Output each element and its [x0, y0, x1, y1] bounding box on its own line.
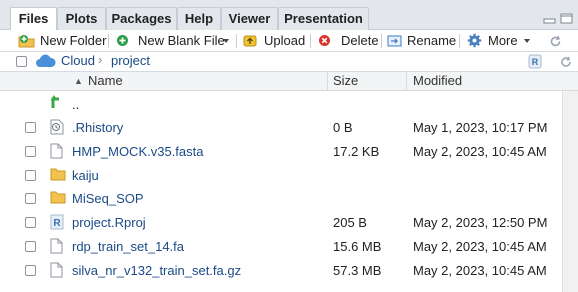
file-name-link[interactable]: project.Rproj	[72, 215, 146, 230]
file-modified: May 1, 2023, 10:17 PM	[413, 120, 548, 135]
file-modified: May 2, 2023, 10:45 AM	[413, 143, 547, 159]
new-blank-file-label: New Blank File	[138, 33, 225, 48]
tab-viewer[interactable]: Viewer	[221, 7, 278, 30]
column-header-modified[interactable]: Modified	[413, 72, 462, 90]
rename-label: Rename	[407, 33, 457, 48]
file-modified: May 2, 2023, 10:45 AM	[413, 262, 547, 278]
new-folder-icon	[18, 35, 35, 48]
file-checkbox[interactable]	[25, 241, 36, 252]
file-name-link[interactable]: kaiju	[72, 168, 99, 183]
column-divider[interactable]	[327, 72, 328, 90]
upload-label: Upload	[264, 33, 306, 48]
file-checkbox[interactable]	[25, 264, 36, 276]
breadcrumb-project[interactable]: project	[111, 53, 150, 68]
refresh-files-icon[interactable]	[560, 56, 572, 68]
rename-button[interactable]: Rename	[387, 30, 457, 52]
file-icon	[50, 262, 63, 281]
toolbar-separator	[459, 34, 460, 48]
vertical-scrollbar[interactable]	[562, 91, 578, 292]
file-row[interactable]: Rproject.Rproj 205 B May 2, 2023, 12:50 PM	[0, 211, 562, 234]
chevron-down-icon	[223, 39, 229, 43]
delete-label: Delete	[341, 33, 379, 48]
toolbar-separator	[310, 34, 311, 48]
file-name-link[interactable]: HMP_MOCK.v35.fasta	[72, 144, 204, 159]
sort-ascending-icon: ▲	[74, 76, 83, 86]
tab-help[interactable]: Help	[177, 7, 221, 30]
file-size: 57.3 MB	[333, 262, 382, 278]
select-all-checkbox[interactable]	[16, 56, 27, 67]
file-name-link[interactable]: .Rhistory	[72, 120, 123, 135]
file-checkbox[interactable]	[25, 169, 36, 181]
minimize-pane-icon[interactable]	[543, 13, 556, 24]
toolbar-separator	[108, 34, 109, 48]
file-list-header: ▲ Name Size Modified	[0, 72, 578, 91]
column-divider[interactable]	[406, 72, 407, 90]
maximize-pane-icon[interactable]	[560, 13, 573, 24]
file-checkbox[interactable]	[25, 122, 36, 133]
more-button[interactable]: More	[467, 30, 530, 52]
rproj-icon: R	[50, 214, 64, 233]
parent-directory-arrow-icon	[50, 95, 59, 108]
file-modified: May 2, 2023, 12:50 PM	[413, 215, 548, 231]
toolbar-separator	[236, 34, 237, 48]
more-label: More	[488, 33, 518, 48]
tab-packages[interactable]: Packages	[106, 7, 177, 30]
rename-icon	[387, 35, 402, 47]
new-folder-label: New Folder	[40, 33, 107, 48]
tab-files[interactable]: Files	[10, 7, 57, 31]
svg-text:R: R	[532, 57, 539, 67]
file-row[interactable]: kaiju	[0, 164, 562, 187]
parent-directory-row[interactable]: ..	[0, 93, 562, 116]
delete-button[interactable]: Delete	[318, 30, 379, 52]
svg-text:R: R	[53, 218, 61, 229]
gear-icon	[467, 33, 482, 48]
file-modified: May 2, 2023, 10:45 AM	[413, 239, 547, 254]
file-row[interactable]: silva_nr_v132_train_set.fa.gz 57.3 MB May …	[0, 259, 562, 282]
go-to-project-icon[interactable]: R	[528, 54, 542, 69]
file-row[interactable]: MiSeq_SOP	[0, 187, 562, 210]
file-size: 0 B	[333, 120, 353, 135]
file-row[interactable]: rdp_train_set_14.fa 15.6 MB May 2, 2023, 1…	[0, 235, 562, 258]
file-checkbox[interactable]	[25, 217, 36, 229]
breadcrumb-cloud[interactable]: Cloud	[61, 53, 95, 68]
file-checkbox[interactable]	[25, 145, 36, 157]
history-file-icon	[50, 119, 64, 138]
file-name-link[interactable]: MiSeq_SOP	[72, 191, 144, 206]
file-size: 17.2 KB	[333, 143, 380, 159]
upload-icon	[243, 35, 257, 47]
pane-tab-bar: Files Plots Packages Help Viewer Present…	[0, 0, 578, 31]
breadcrumb-separator: ›	[98, 52, 103, 67]
upload-button[interactable]: Upload	[243, 30, 305, 52]
file-size: 15.6 MB	[333, 239, 382, 254]
tab-plots[interactable]: Plots	[57, 7, 106, 30]
parent-directory-label: ..	[72, 97, 80, 112]
file-icon	[50, 143, 63, 162]
plus-circle-icon	[117, 35, 128, 46]
folder-icon	[50, 190, 66, 207]
tab-presentation[interactable]: Presentation	[278, 7, 369, 30]
files-toolbar: New Folder New Blank File Upload Delete …	[0, 30, 578, 52]
new-folder-button[interactable]: New Folder	[18, 30, 106, 52]
file-icon	[50, 238, 63, 257]
refresh-icon[interactable]	[549, 35, 562, 48]
file-size: 205 B	[333, 215, 367, 231]
folder-icon	[50, 167, 66, 184]
column-header-size[interactable]: Size	[333, 72, 358, 90]
file-checkbox[interactable]	[25, 193, 36, 205]
file-name-link[interactable]: rdp_train_set_14.fa	[72, 239, 184, 254]
new-blank-file-button[interactable]: New Blank File	[116, 30, 230, 52]
file-name-link[interactable]: silva_nr_v132_train_set.fa.gz	[72, 263, 241, 278]
delete-icon	[319, 35, 330, 46]
cloud-icon	[36, 54, 56, 67]
column-header-name[interactable]: Name	[88, 72, 123, 90]
chevron-down-icon	[524, 39, 530, 43]
breadcrumb: Cloud › project R	[0, 52, 578, 72]
file-row[interactable]: HMP_MOCK.v35.fasta 17.2 KB May 2, 2023, 10…	[0, 140, 562, 163]
file-row[interactable]: .Rhistory 0 B May 1, 2023, 10:17 PM	[0, 116, 562, 139]
toolbar-separator	[381, 34, 382, 48]
